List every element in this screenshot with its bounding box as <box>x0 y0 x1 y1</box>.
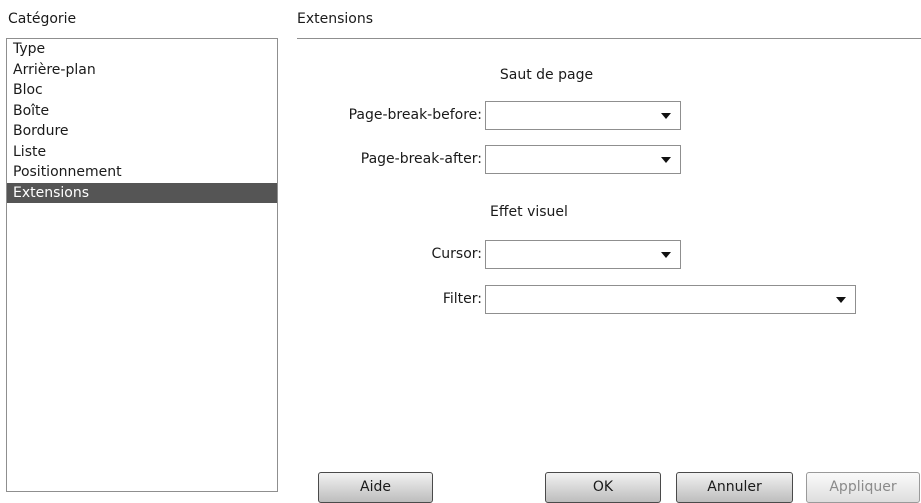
filter-select[interactable] <box>485 285 856 314</box>
panel-title: Extensions <box>297 11 374 27</box>
filter-label: Filter: <box>442 291 482 307</box>
category-item-background[interactable]: Arrière-plan <box>7 60 277 81</box>
cursor-label: Cursor: <box>431 246 483 262</box>
category-label: Catégorie <box>8 11 77 27</box>
page-break-heading: Saut de page <box>499 67 594 83</box>
panel-divider <box>297 38 921 39</box>
cancel-button[interactable]: Annuler <box>676 472 793 503</box>
category-item-extensions[interactable]: Extensions <box>7 182 277 203</box>
page-break-before-label: Page-break-before: <box>348 107 482 123</box>
chevron-down-icon <box>836 297 846 303</box>
ok-button[interactable]: OK <box>545 472 661 503</box>
category-item-block[interactable]: Bloc <box>7 80 277 101</box>
category-item-box[interactable]: Boîte <box>7 101 277 122</box>
chevron-down-icon <box>661 113 671 119</box>
category-list[interactable]: Type Arrière-plan Bloc Boîte Bordure Lis… <box>6 38 278 492</box>
page-break-after-label: Page-break-after: <box>360 151 482 167</box>
visual-effect-heading: Effet visuel <box>490 204 568 220</box>
category-item-border[interactable]: Bordure <box>7 121 277 142</box>
apply-button[interactable]: Appliquer <box>806 472 920 503</box>
category-item-positioning[interactable]: Positionnement <box>7 162 277 183</box>
help-button[interactable]: Aide <box>318 472 433 503</box>
cursor-select[interactable] <box>485 240 681 269</box>
page-break-after-select[interactable] <box>485 145 681 174</box>
chevron-down-icon <box>661 252 671 258</box>
page-break-before-select[interactable] <box>485 101 681 130</box>
category-item-list[interactable]: Liste <box>7 142 277 163</box>
chevron-down-icon <box>661 157 671 163</box>
category-item-type[interactable]: Type <box>7 39 277 60</box>
